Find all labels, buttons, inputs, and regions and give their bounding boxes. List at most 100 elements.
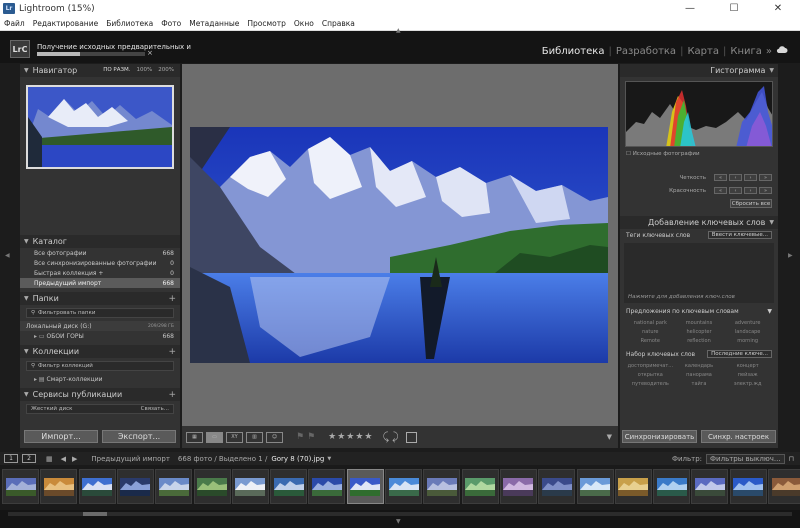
filmstrip-thumbnail[interactable] [576, 469, 614, 504]
filmstrip-thumbnail[interactable] [614, 469, 652, 504]
vibrance-big-increase[interactable]: » [759, 187, 772, 194]
add-folder-icon[interactable]: + [168, 294, 176, 304]
clarity-increase[interactable]: › [744, 174, 757, 181]
keyword-set-dropdown[interactable]: Последние ключе... [707, 350, 772, 358]
module-book[interactable]: Книга [730, 46, 762, 57]
keyword-suggestion[interactable]: Remote [626, 338, 675, 344]
keyword-tags-area[interactable]: Нажмите для добавления ключ.слов [624, 243, 774, 303]
menu-edit[interactable]: Редактирование [33, 19, 98, 28]
keyword-set-item[interactable]: электр.жд [723, 381, 772, 387]
sync-metadata-button[interactable]: Синхронизировать [622, 430, 697, 443]
publish-header[interactable]: ▼ Сервисы публикации + [20, 388, 180, 401]
menu-photo[interactable]: Фото [161, 19, 181, 28]
compare-view-icon[interactable]: XY [226, 431, 243, 443]
maximize-button[interactable]: ☐ [712, 0, 756, 17]
module-develop[interactable]: Разработка [616, 46, 676, 57]
reject-flag-icon[interactable]: ⚑ [307, 432, 315, 442]
vibrance-decrease[interactable]: ‹ [729, 187, 742, 194]
keyword-suggestion[interactable]: landscape [723, 329, 772, 335]
folders-header[interactable]: ▼ Папки + [20, 292, 180, 305]
hard-drive-service[interactable]: Жесткий диск Связать... [26, 404, 174, 414]
filmstrip-thumbnail[interactable] [729, 469, 767, 504]
crop-overlay-icon[interactable] [405, 431, 417, 443]
survey-view-icon[interactable]: ▥ [246, 431, 263, 443]
catalog-row[interactable]: Все фотографии 668 [20, 248, 180, 258]
keyword-tags-dropdown[interactable]: Ввести ключевые... [707, 231, 772, 239]
flag-icon[interactable]: ⚑ [296, 432, 304, 442]
keyword-set-item[interactable]: достопримечат... [626, 363, 675, 369]
filter-dropdown[interactable]: Фильтры выключ... [706, 453, 785, 464]
add-collection-icon[interactable]: + [168, 347, 176, 357]
filmstrip-scrollbar[interactable] [8, 512, 792, 516]
keyword-suggestion[interactable]: mountains [675, 320, 724, 326]
rating-stars[interactable]: ★★★★★ [328, 432, 373, 442]
setup-link[interactable]: Связать... [141, 406, 169, 412]
filmstrip-thumbnail[interactable] [116, 469, 154, 504]
smart-collections-row[interactable]: ▸ ▤ Смарт-коллекции [20, 374, 180, 384]
filmstrip-thumbnail[interactable] [768, 469, 800, 504]
navigator-preview[interactable] [26, 85, 174, 169]
module-library[interactable]: Библиотека [542, 46, 605, 57]
main-photo[interactable] [190, 127, 608, 363]
zoom-200-option[interactable]: 200% [158, 67, 174, 73]
cloud-sync-icon[interactable] [776, 45, 788, 57]
export-button[interactable]: Экспорт... [102, 430, 176, 443]
grid-view-icon[interactable]: ▦ [186, 431, 203, 443]
filmstrip-thumbnail[interactable] [653, 469, 691, 504]
keyword-set-item[interactable]: пейзаж [723, 372, 772, 378]
keyword-set-item[interactable]: тайга [675, 381, 724, 387]
module-map[interactable]: Карта [687, 46, 719, 57]
menu-library[interactable]: Библиотека [106, 19, 153, 28]
source-label[interactable]: Предыдущий импорт [91, 455, 170, 463]
filmstrip-thumbnail[interactable] [40, 469, 78, 504]
collections-header[interactable]: ▼ Коллекции + [20, 345, 180, 358]
catalog-row-selected[interactable]: Предыдущий импорт 668 [20, 278, 180, 288]
filmstrip-thumbnail[interactable] [461, 469, 499, 504]
keyword-set-item[interactable]: концерт [723, 363, 772, 369]
zoom-fit-option[interactable]: ПО РАЗМ. [103, 67, 130, 73]
clarity-decrease[interactable]: ‹ [729, 174, 742, 181]
scrollbar-thumb[interactable] [83, 512, 107, 516]
menu-help[interactable]: Справка [322, 19, 355, 28]
menu-metadata[interactable]: Метаданные [189, 19, 239, 28]
catalog-row[interactable]: Быстрая коллекция + 0 [20, 268, 180, 278]
keyword-suggestions-header[interactable]: Предложения по ключевым словам ▼ [620, 305, 778, 317]
catalog-row[interactable]: Все синхронизированные фотографии 0 [20, 258, 180, 268]
top-panel-toggle-icon[interactable]: ▲ [396, 27, 401, 34]
menu-file[interactable]: Файл [4, 19, 25, 28]
keyword-suggestion[interactable]: reflection [675, 338, 724, 344]
zoom-100-option[interactable]: 100% [137, 67, 153, 73]
filmstrip-thumbnail[interactable] [385, 469, 422, 504]
filmstrip-thumbnail[interactable] [499, 469, 537, 504]
add-publish-icon[interactable]: + [168, 390, 176, 400]
filmstrip-thumbnail[interactable] [2, 469, 39, 504]
disk-row[interactable]: Локальный диск (G:) 209/298 ГБ [20, 321, 180, 331]
filmstrip-thumbnail[interactable] [78, 469, 116, 504]
cancel-progress-icon[interactable]: × [147, 49, 153, 57]
keyword-suggestion[interactable]: helicopter [675, 329, 724, 335]
close-button[interactable]: ✕ [756, 0, 800, 17]
import-button[interactable]: Импорт... [24, 430, 98, 443]
people-view-icon[interactable]: ☺ [266, 431, 283, 443]
keyword-suggestion[interactable]: morning [723, 338, 772, 344]
rotate-right-icon[interactable]: ⤸ [392, 430, 399, 444]
filmstrip-thumbnail[interactable] [270, 469, 308, 504]
right-panel-toggle-icon[interactable]: ▶ [788, 252, 793, 259]
folder-row[interactable]: ▸ ▭ ОБОИ ГОРЫ 668 [20, 331, 180, 341]
filmstrip-thumbnail[interactable] [193, 469, 231, 504]
toolbar-menu-icon[interactable]: ▼ [607, 433, 612, 441]
filmstrip-thumbnail[interactable] [423, 469, 461, 504]
rotate-left-icon[interactable]: ⤹ [383, 430, 390, 444]
file-dropdown-icon[interactable]: ▼ [327, 456, 331, 462]
original-photos-toggle[interactable]: ☐ Исходные фотографии [620, 147, 778, 161]
keyword-set-item[interactable]: путеводитель [626, 381, 675, 387]
filmstrip-thumbnail[interactable] [538, 469, 576, 504]
grid-icon[interactable]: ▦ [46, 455, 53, 463]
keyword-suggestion[interactable]: adventure [723, 320, 772, 326]
sync-settings-button[interactable]: Синхр. настроек [701, 430, 776, 443]
filmstrip-thumbnail[interactable] [155, 469, 193, 504]
more-modules-icon[interactable]: » [766, 46, 772, 57]
left-panel-toggle-icon[interactable]: ◀ [5, 252, 10, 259]
vibrance-increase[interactable]: › [744, 187, 757, 194]
keywording-header[interactable]: Добавление ключевых слов ▼ [620, 216, 778, 229]
